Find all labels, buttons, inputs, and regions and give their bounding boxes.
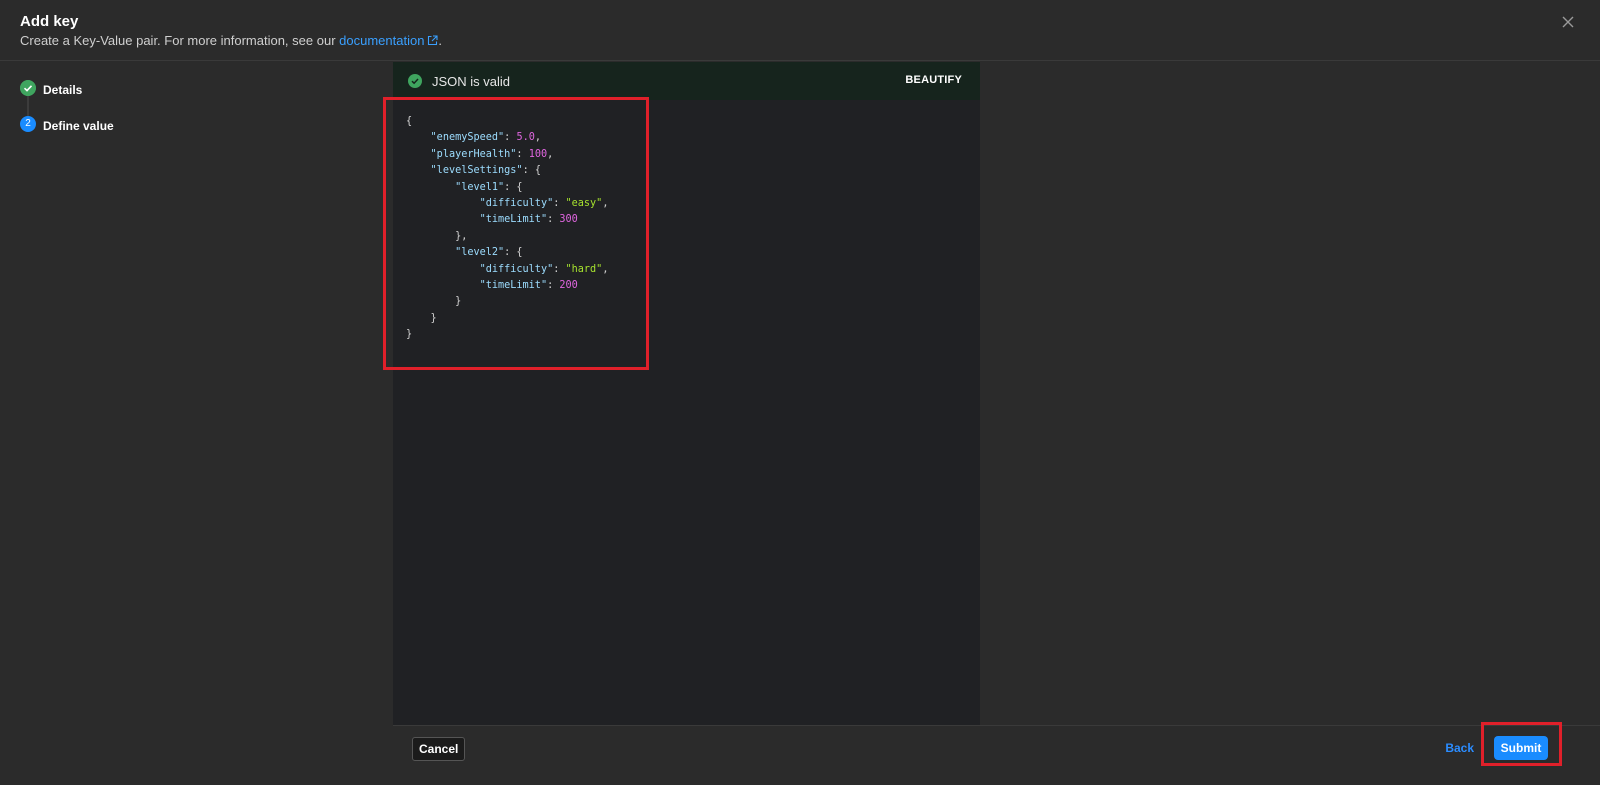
documentation-link[interactable]: documentation bbox=[339, 33, 438, 48]
check-circle-icon bbox=[408, 74, 422, 88]
dialog-header: Add key Create a Key-Value pair. For mor… bbox=[0, 0, 1600, 61]
back-button[interactable]: Back bbox=[1445, 741, 1474, 755]
dialog-subtitle: Create a Key-Value pair. For more inform… bbox=[20, 33, 442, 48]
json-editor-panel: JSON is valid BEAUTIFY { "enemySpeed": 5… bbox=[393, 62, 980, 725]
step-connector bbox=[27, 96, 29, 116]
step-label-details: Details bbox=[43, 83, 83, 97]
dialog-footer: Cancel Back Submit bbox=[393, 725, 1600, 785]
documentation-link-label: documentation bbox=[339, 33, 425, 48]
subtitle-text: Create a Key-Value pair. For more inform… bbox=[20, 33, 340, 48]
submit-button[interactable]: Submit bbox=[1494, 736, 1548, 760]
cancel-button[interactable]: Cancel bbox=[412, 737, 466, 761]
close-icon[interactable] bbox=[1558, 12, 1578, 32]
step-number-badge: 2 bbox=[20, 116, 36, 132]
check-circle-icon bbox=[20, 80, 36, 96]
external-link-icon bbox=[428, 35, 438, 46]
step-label-define-value: Define value bbox=[43, 119, 114, 133]
validation-text: JSON is valid bbox=[432, 74, 511, 89]
dialog-title: Add key bbox=[20, 13, 79, 30]
beautify-button[interactable]: BEAUTIFY bbox=[905, 74, 962, 86]
subtitle-suffix: . bbox=[438, 33, 443, 48]
json-code-editor[interactable]: { "enemySpeed": 5.0, "playerHealth": 100… bbox=[406, 114, 608, 344]
validation-bar: JSON is valid BEAUTIFY bbox=[393, 62, 980, 100]
